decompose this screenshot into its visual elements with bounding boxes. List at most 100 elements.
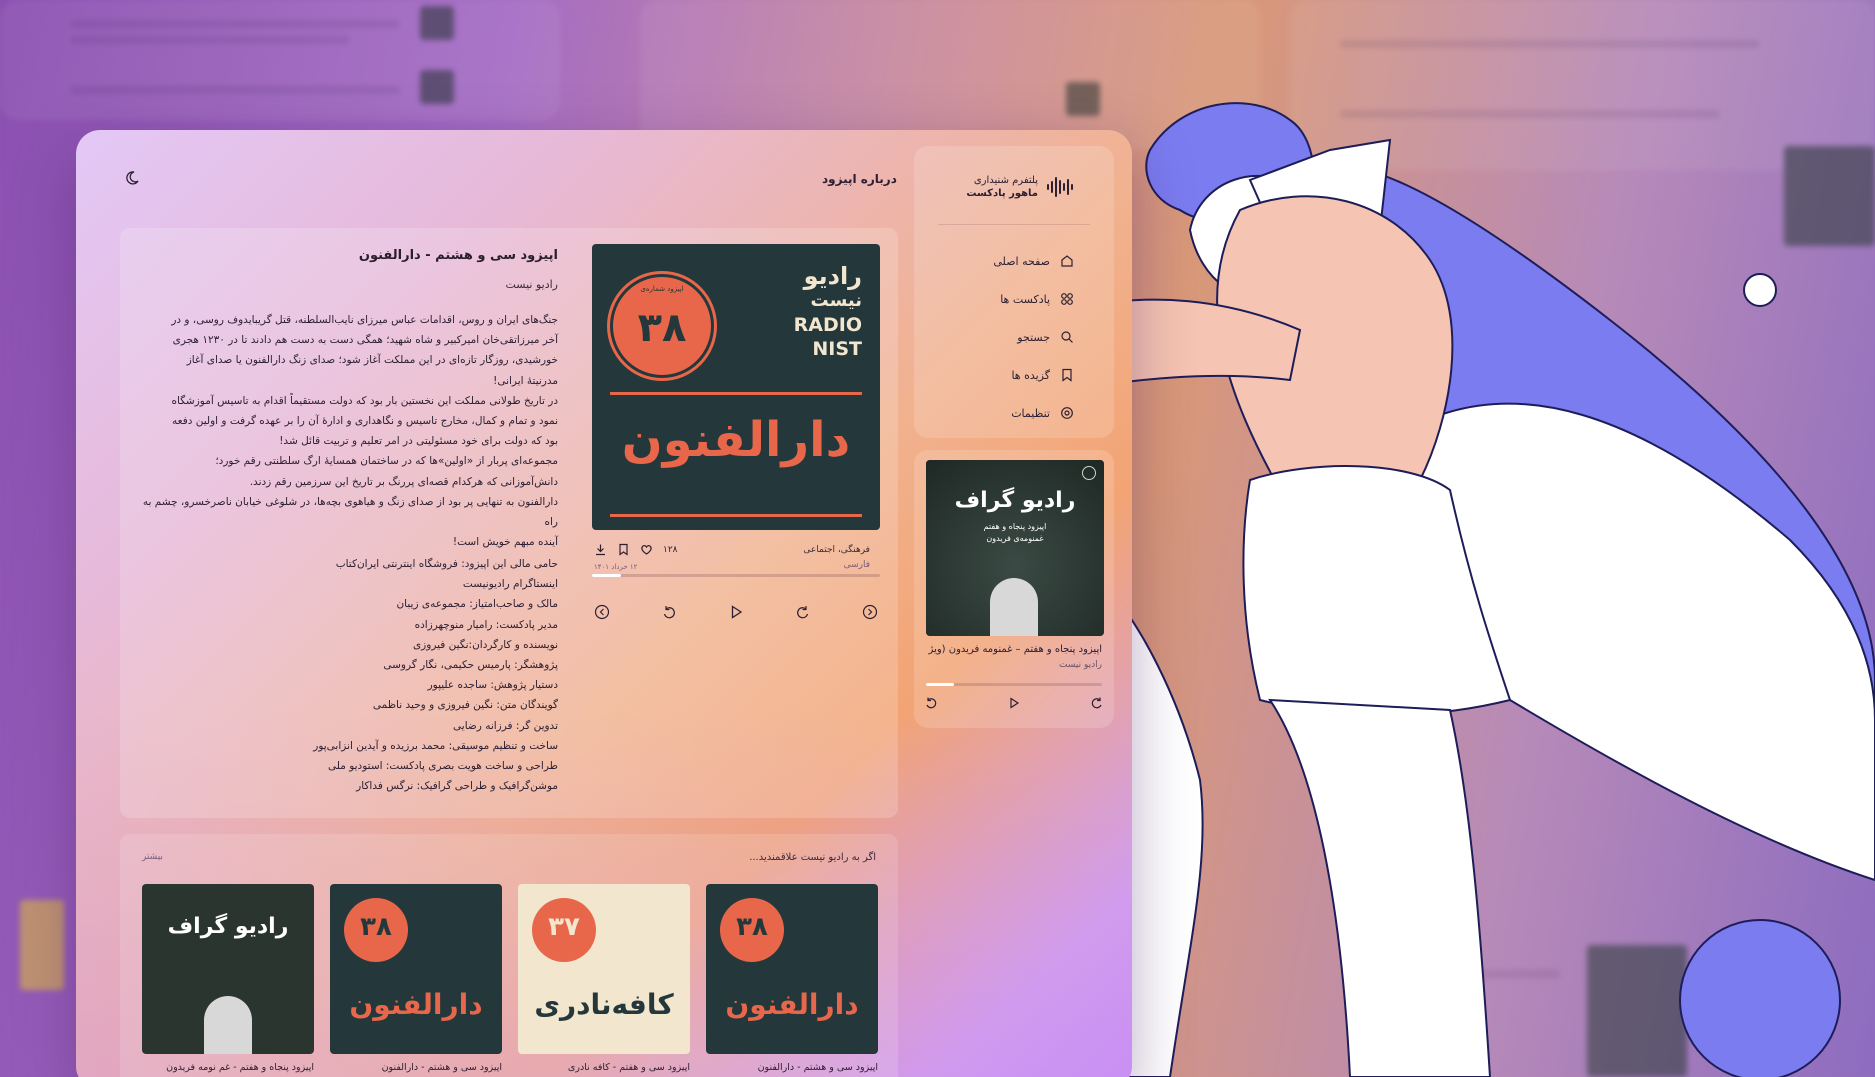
sidebar-item-label: صفحه اصلی: [993, 254, 1050, 268]
credit-line: گویندگان متن: نگین فیروزی و وحید ناظمی: [372, 699, 558, 712]
recommendation-tile[interactable]: ۳۸ دارالفنون: [706, 884, 878, 1054]
previous-icon[interactable]: [594, 604, 610, 620]
ghost-panel: [0, 0, 560, 120]
heart-icon[interactable]: [640, 543, 653, 556]
search-icon: [1061, 331, 1073, 343]
episode-actions: ۱۲۸: [594, 543, 678, 556]
badge-number: ۳۸: [637, 305, 687, 351]
description-line: آخر میرزاتقی‌خان امیرکبیر و شاه شهید؛ هم…: [172, 334, 558, 347]
description-line: دارالفنون به تنهایی پر بود از صدای زنگ و…: [142, 495, 558, 529]
sidebar-item-podcasts[interactable]: پادکست ها: [934, 292, 1074, 306]
home-icon: [1061, 255, 1073, 267]
recommendation-caption[interactable]: اپیزود سی و هشتم - دارالفنون: [330, 1062, 502, 1073]
mini-player-podcast[interactable]: رادیو نیست: [1059, 660, 1102, 670]
description-line: مدرنیتهٔ ایرانی!: [493, 374, 558, 387]
description-line: دانش‌آموزانی که هرکدام قصه‌ای پررنگ بر ت…: [249, 475, 558, 488]
cover-brand-fa-2: نیست: [810, 290, 862, 311]
shouting-character-illustration: [1090, 102, 1875, 1077]
rewind-icon[interactable]: [661, 604, 677, 620]
recommendation-tile[interactable]: ۳۷ کافه‌نادری: [518, 884, 690, 1054]
forward-icon[interactable]: [795, 604, 811, 620]
credit-line: نویسنده و کارگردان:نگین فیروزی: [412, 638, 558, 651]
description-line: بود که دولت برای خود مسئولیتی در امر تعل…: [279, 435, 558, 448]
bookmark-icon[interactable]: [617, 543, 630, 556]
rewind-icon[interactable]: [924, 696, 938, 710]
mini-player: رادیو گراف اپیزود پنجاه و هفتم غمنومه‌ی …: [914, 450, 1114, 728]
credit-line: حامی مالی این اپیزود: فروشگاه اینترنتی ا…: [335, 558, 558, 570]
recommendation-caption[interactable]: اپیزود سی و هفتم - کافه نادری: [518, 1062, 690, 1073]
sidebar-divider: [938, 224, 1090, 225]
recommendation-caption[interactable]: اپیزود پنجاه و هفتم - غم نومه فریدون: [142, 1062, 314, 1073]
description-line: جنگ‌های ایران و روس، اقدامات عباس میرزای…: [171, 314, 558, 326]
sidebar-item-home[interactable]: صفحه اصلی: [934, 254, 1074, 268]
sound-wave-logo-icon: [1047, 177, 1073, 197]
credit-line: ساخت و تنظیم موسیقی: محمد برزیده و آیدین…: [313, 739, 558, 752]
episode-cover: اپیزود شماره‌ی ۳۸ رادیو نیست RADIO NIST …: [592, 244, 880, 530]
episode-description: جنگ‌های ایران و روس، اقدامات عباس میرزای…: [138, 310, 558, 552]
recommendation-tile[interactable]: ۳۸ دارالفنون: [330, 884, 502, 1054]
ghost-line: [1340, 40, 1760, 48]
mini-player-progress[interactable]: [926, 683, 1102, 686]
episode-credits: حامی مالی این اپیزود: فروشگاه اینترنتی ا…: [138, 554, 558, 796]
brand[interactable]: پلتفرم شنیداری ماهور پادکست: [966, 174, 1074, 200]
play-icon[interactable]: [728, 604, 744, 620]
episode-title: اپیزود سی و هشتم - دارالفنون: [358, 248, 558, 263]
episode-card: اپیزود شماره‌ی ۳۸ رادیو نیست RADIO NIST …: [120, 228, 898, 818]
tile-number: ۳۸: [360, 912, 392, 942]
brand-name: ماهور پادکست: [966, 188, 1038, 199]
sidebar-item-label: جستجو: [1017, 330, 1050, 344]
app-window: درباره اپیزود پلتفرم شنیداری ماهور پادکس…: [76, 130, 1132, 1077]
ghost-thumb: [420, 6, 454, 40]
credit-line: دستیار پژوهش: ساجده علیپور: [427, 679, 558, 692]
download-icon[interactable]: [594, 543, 607, 556]
next-icon[interactable]: [862, 604, 878, 620]
ghost-line: [70, 36, 350, 44]
cover-divider: [610, 514, 862, 517]
settings-icon: [1061, 407, 1073, 419]
mini-player-title[interactable]: اپیزود پنجاه و هفتم – غمنومه فریدون (ویژ: [929, 644, 1102, 655]
recommendation-tile[interactable]: رادیو گراف: [142, 884, 314, 1054]
episode-progress-bar[interactable]: [592, 574, 880, 577]
sidebar-item-label: پادکست ها: [1000, 292, 1050, 306]
play-icon[interactable]: [1007, 696, 1021, 710]
page-title: درباره اپیزود: [822, 172, 897, 186]
mini-player-cover[interactable]: رادیو گراف اپیزود پنجاه و هفتم غمنومه‌ی …: [926, 460, 1104, 636]
description-line: نمود و تمام و کمال، مخارج تاسیس و نگاهدا…: [172, 415, 558, 428]
ghost-thumb: [420, 70, 454, 104]
episode-podcast-name[interactable]: رادیو نیست: [505, 278, 558, 291]
recommendations-section: اگر به رادیو نیست علاقمندید... بیشتر ۳۸ …: [120, 834, 898, 1077]
forward-icon[interactable]: [1090, 696, 1104, 710]
cover-episode-name: دارالفنون: [621, 412, 851, 468]
tile-title: دارالفنون: [725, 988, 859, 1021]
cover-brand-en-2: NIST: [812, 338, 862, 360]
ghost-line: [70, 86, 400, 94]
tile-number: ۳۷: [548, 912, 580, 942]
sidebar-item-label: گزیده ها: [1011, 368, 1050, 382]
like-count: ۱۲۸: [663, 544, 678, 555]
grid-icon: [1061, 293, 1073, 305]
bookmark-icon: [1062, 368, 1072, 382]
tile-title: رادیو گراف: [167, 914, 289, 939]
ghost-yellow-tile: [20, 900, 64, 990]
sidebar-item-label: تنظیمات: [1011, 406, 1050, 420]
sidebar-item-settings[interactable]: تنظیمات: [934, 406, 1074, 420]
progress-fill: [592, 574, 621, 577]
sidebar-item-search[interactable]: جستجو: [934, 330, 1074, 344]
brand-tagline: پلتفرم شنیداری: [973, 175, 1038, 186]
episode-date: ۱۲ خرداد ۱۴۰۱: [594, 563, 638, 571]
credit-line: مدیر پادکست: رامیار منوچهرزاده: [414, 618, 558, 631]
sidebar-item-bookmarks[interactable]: گزیده ها: [934, 368, 1074, 382]
cover-brand-fa: رادیو: [803, 262, 862, 290]
credit-line: پژوهشگر: پارمیس حکیمی، نگار گروسی: [383, 659, 558, 672]
cover-divider: [610, 392, 862, 395]
more-link[interactable]: بیشتر: [142, 852, 163, 862]
credit-line[interactable]: اینستاگرام رادیونیست: [138, 574, 558, 594]
episode-language: فارسی: [843, 560, 870, 570]
dark-mode-moon-icon[interactable]: [124, 170, 140, 186]
credit-line: مالک و صاحب‌امتیاز: مجموعه‌ی زیبان: [396, 598, 558, 611]
tile-number: ۳۸: [736, 912, 768, 942]
credit-line: تدوین گر: فرزانه رضایی: [453, 719, 558, 732]
recommendation-caption[interactable]: اپیزود سی و هشتم - دارالفنون: [706, 1062, 878, 1073]
cover-brand-en: RADIO: [793, 314, 862, 336]
microphone-graphic: [204, 996, 252, 1054]
